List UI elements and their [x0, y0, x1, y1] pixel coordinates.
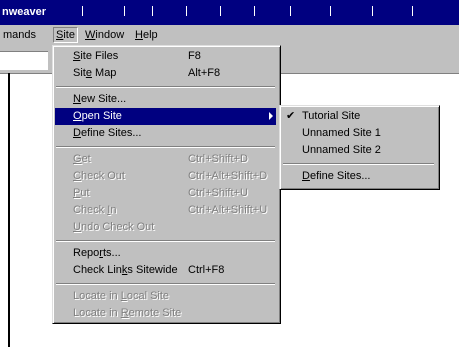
submenu-item-unnamed-site-1[interactable]: Unnamed Site 1 [282, 125, 435, 142]
menu-item-locate-local-site: Locate in Local Site [73, 290, 170, 302]
shortcut-label: Ctrl+Alt+Shift+D [188, 170, 268, 182]
menu-separator [56, 146, 275, 148]
menu-bar: mands Site Window Help [0, 25, 459, 45]
title-divider [330, 6, 331, 16]
menu-separator [56, 240, 275, 242]
toolbar-field[interactable] [0, 51, 48, 70]
submenu-arrow-icon [269, 112, 273, 120]
menu-item-site-files[interactable]: Site Files F8 [55, 48, 276, 65]
title-divider [290, 6, 291, 16]
title-divider [124, 6, 125, 16]
menu-separator [56, 86, 275, 88]
title-divider [186, 6, 187, 16]
menu-site[interactable]: Site [53, 27, 78, 43]
shortcut-label: Ctrl+Alt+Shift+U [188, 204, 268, 216]
shortcut-label: Ctrl+Shift+D [188, 153, 248, 165]
shortcut-label: F8 [188, 50, 201, 62]
menu-item-check-out: Check Out Ctrl+Alt+Shift+D [55, 168, 276, 185]
menu-item-locate-remote-site: Locate in Remote Site [73, 307, 182, 319]
menu-item-get: Get Ctrl+Shift+D [55, 151, 276, 168]
document-edge [8, 73, 10, 347]
menu-item-new-site[interactable]: New Site... [55, 91, 276, 108]
menu-window[interactable]: Window [82, 28, 127, 42]
menu-item-site-map[interactable]: Site Map Alt+F8 [55, 65, 276, 82]
title-divider [152, 6, 153, 16]
menu-item-check-links-sitewide[interactable]: Check Links Sitewide Ctrl+F8 [55, 262, 276, 279]
submenu-item-define-sites[interactable]: Define Sites... [282, 168, 435, 185]
checkmark-icon: ✔ [286, 110, 296, 122]
menu-item-define-sites[interactable]: Define Sites... [55, 125, 276, 142]
window-title: nweaver [2, 6, 47, 18]
title-divider [220, 6, 221, 16]
shortcut-label: Ctrl+Shift+U [188, 187, 248, 199]
title-bar: nweaver [0, 0, 459, 25]
shortcut-label: Ctrl+F8 [188, 264, 225, 276]
open-site-submenu: ✔ Tutorial Site Unnamed Site 1 Unnamed S… [279, 105, 440, 190]
shortcut-label: Alt+F8 [188, 67, 221, 79]
title-divider [254, 6, 255, 16]
menu-item-put: Put Ctrl+Shift+U [55, 185, 276, 202]
site-menu: Site Files F8 Site Map Alt+F8 New Site..… [52, 45, 281, 324]
menu-separator [283, 163, 434, 165]
title-divider [82, 6, 83, 16]
menu-separator [56, 283, 275, 285]
menu-item-check-in: Check In Ctrl+Alt+Shift+U [55, 202, 276, 219]
submenu-item-tutorial-site[interactable]: ✔ Tutorial Site [282, 108, 435, 125]
title-divider [372, 6, 373, 16]
menu-help[interactable]: Help [132, 28, 161, 42]
menu-item-open-site[interactable]: Open Site [55, 108, 276, 125]
submenu-item-unnamed-site-2[interactable]: Unnamed Site 2 [282, 142, 435, 159]
menu-item-undo-check-out: Undo Check Out [73, 221, 155, 233]
menu-item-reports[interactable]: Reports... [55, 245, 276, 262]
title-divider [412, 6, 413, 16]
menu-commands[interactable]: mands [0, 28, 39, 42]
